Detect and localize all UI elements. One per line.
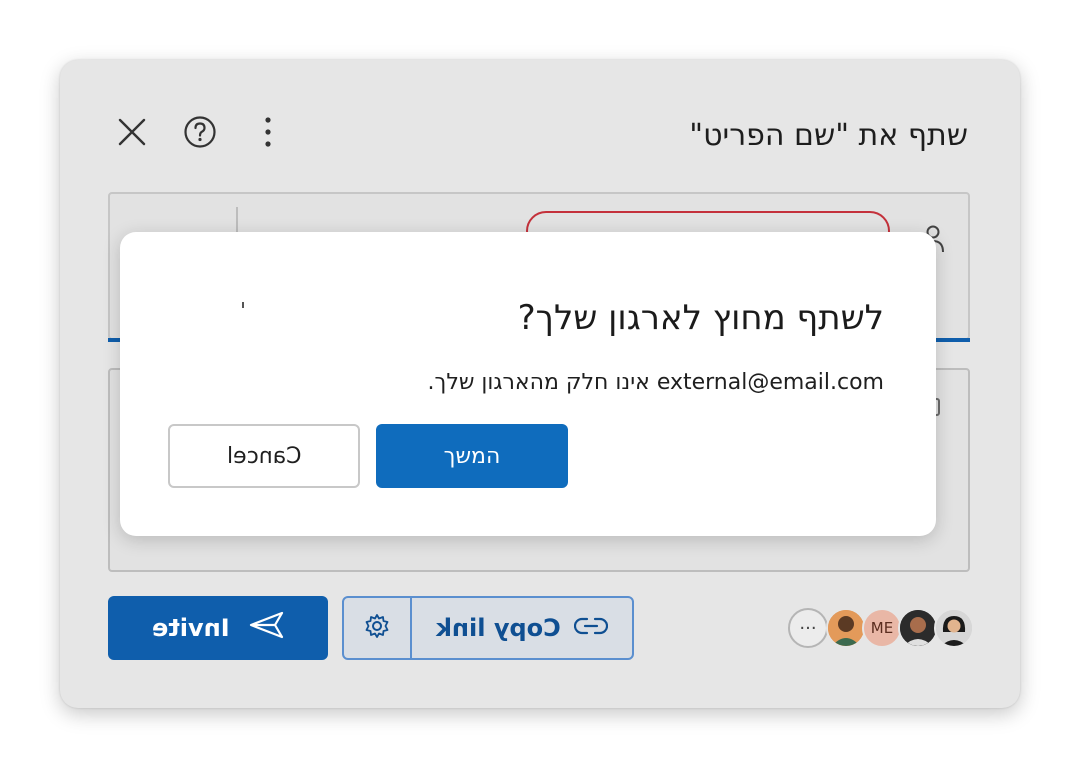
cancel-button[interactable]: Cancel bbox=[168, 424, 360, 488]
copy-link-group: Copy link bbox=[342, 596, 634, 660]
gear-icon bbox=[364, 613, 390, 643]
send-icon bbox=[248, 610, 284, 646]
continue-button[interactable]: המשך bbox=[376, 424, 568, 488]
link-icon bbox=[574, 614, 609, 642]
copy-link-button[interactable]: Copy link bbox=[412, 598, 632, 658]
link-settings-button[interactable] bbox=[344, 598, 412, 658]
close-icon[interactable] bbox=[112, 112, 152, 152]
dialog-title: לשתף מחוץ לארגון שלך? bbox=[517, 298, 884, 338]
more-people-button[interactable]: ··· bbox=[788, 608, 828, 648]
cancel-button-label: Cancel bbox=[226, 443, 302, 469]
dialog-mark bbox=[242, 302, 244, 308]
copy-link-label: Copy link bbox=[435, 614, 561, 642]
avatar-2[interactable]: ME bbox=[862, 608, 902, 648]
avatar-1[interactable] bbox=[826, 608, 866, 648]
avatar-initials: ME bbox=[870, 619, 894, 637]
avatar-4[interactable] bbox=[934, 608, 974, 648]
more-options-icon[interactable] bbox=[248, 112, 288, 152]
dialog-body: external@email.com אינו חלק מהארגון שלך. bbox=[427, 370, 884, 395]
invite-button[interactable]: Invite bbox=[108, 596, 328, 660]
share-title: שתף את "שם הפריט" bbox=[689, 118, 968, 153]
invite-label: Invite bbox=[152, 614, 230, 642]
avatar-3[interactable] bbox=[898, 608, 938, 648]
help-icon[interactable] bbox=[180, 112, 220, 152]
